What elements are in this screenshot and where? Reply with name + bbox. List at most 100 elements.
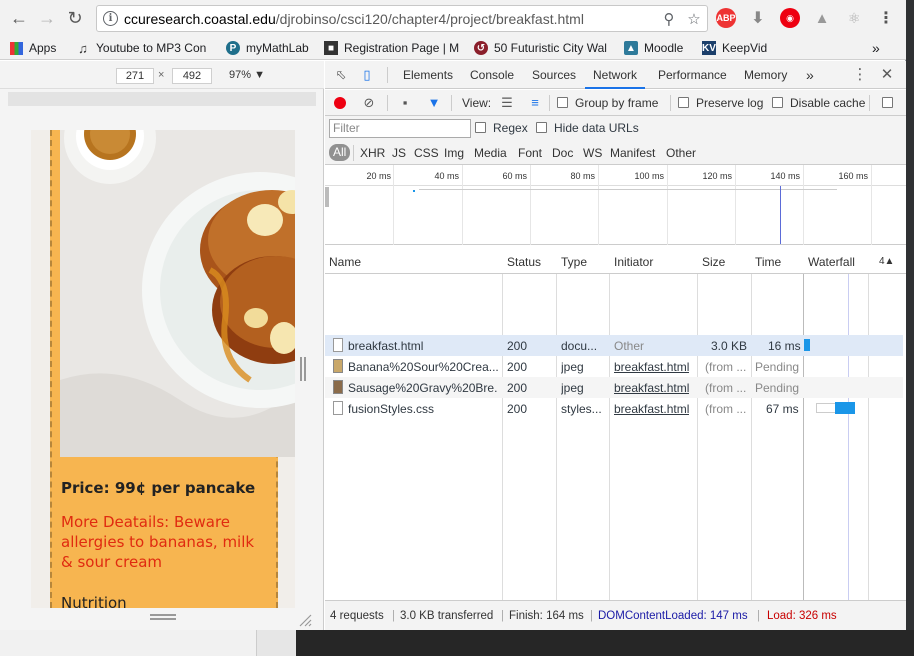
bookmark-futuristic-city[interactable]: ↺ 50 Futuristic City Wal [474, 40, 610, 56]
request-initiator-link[interactable]: breakfast.html [614, 402, 689, 416]
type-js[interactable]: JS [392, 146, 406, 160]
more-bookmarks-button[interactable]: » [872, 40, 880, 56]
bookmark-star-icon[interactable]: ☆ [685, 10, 703, 28]
devtools-panel: ⬁ ▯ Elements Console Sources Network Per… [325, 61, 906, 630]
device-width-input[interactable]: 271 [116, 68, 154, 84]
type-font[interactable]: Font [518, 146, 542, 160]
zoom-select[interactable]: 97% ▼ [229, 69, 265, 81]
download-extension-icon[interactable]: ⬇ [748, 8, 768, 28]
large-rows-icon[interactable]: ☰ [499, 95, 515, 111]
column-divider [609, 247, 610, 600]
more-tabs-button[interactable]: » [806, 61, 814, 89]
table-row[interactable]: Sausage%20Gravy%20Bre... 200 jpeg breakf… [325, 377, 903, 398]
group-by-frame-checkbox[interactable] [557, 97, 568, 108]
request-initiator-link[interactable]: breakfast.html [614, 381, 689, 395]
waterfall-dcl-line [848, 274, 849, 600]
url-text[interactable]: ccuresearch.coastal.edu/djrobinso/csci12… [124, 11, 584, 27]
screenshot-camera-icon[interactable]: ▪ [397, 95, 413, 111]
device-height-input[interactable]: 492 [172, 68, 212, 84]
column-header-size[interactable]: Size [702, 255, 725, 269]
column-header-initiator[interactable]: Initiator [614, 255, 653, 269]
menu-icon[interactable]: ⋮ [876, 8, 896, 28]
type-other[interactable]: Other [666, 146, 696, 160]
timeline-label: 140 ms [770, 171, 800, 181]
tab-console[interactable]: Console [470, 61, 514, 89]
reload-icon[interactable]: ↻ [64, 7, 86, 29]
type-img[interactable]: Img [444, 146, 464, 160]
device-toolbar: 271 × 492 97% ▼ [0, 61, 324, 89]
preserve-log-checkbox[interactable] [678, 97, 689, 108]
adblock-icon[interactable]: ABP [716, 8, 736, 28]
url-path: /djrobinso/csci120/chapter4/project/brea… [275, 11, 584, 27]
tab-sources[interactable]: Sources [532, 61, 576, 89]
regex-label: Regex [493, 121, 528, 135]
request-time: 67 ms [766, 402, 799, 416]
back-icon[interactable]: ← [8, 7, 30, 29]
column-header-waterfall[interactable]: Waterfall [808, 255, 855, 269]
close-icon[interactable]: ✕ [879, 67, 895, 83]
hide-data-urls-checkbox[interactable] [536, 122, 547, 133]
bookmark-mymathlab[interactable]: P myMathLab [226, 40, 309, 56]
clear-icon[interactable]: ⊘ [361, 95, 377, 111]
disable-cache-checkbox[interactable] [772, 97, 783, 108]
resize-corner-icon[interactable] [298, 613, 312, 627]
device-toggle-icon[interactable]: ▯ [359, 67, 375, 83]
devtools-menu-icon[interactable]: ⋮ [852, 67, 868, 83]
bookmark-apps[interactable]: Apps [10, 40, 56, 56]
bookmark-keepvid[interactable]: KV KeepVid [702, 40, 767, 56]
request-initiator-link[interactable]: breakfast.html [614, 360, 689, 374]
react-extension-icon[interactable]: ⚛ [844, 8, 864, 28]
summary-separator: | [590, 610, 593, 622]
network-overview[interactable]: 20 ms 40 ms 60 ms 80 ms 100 ms 120 ms 14… [325, 165, 906, 245]
type-css[interactable]: CSS [414, 146, 439, 160]
resize-handle-bottom[interactable] [150, 614, 176, 620]
column-divider [502, 247, 503, 600]
tab-network[interactable]: Network [585, 61, 646, 89]
bookmark-registration[interactable]: ■ Registration Page | M [324, 40, 462, 56]
preserve-log-label: Preserve log [696, 96, 764, 110]
tab-performance[interactable]: Performance [658, 61, 727, 89]
price-text: Price: 99¢ per pancake [61, 479, 256, 497]
filter-input[interactable]: Filter [329, 119, 471, 138]
info-icon[interactable]: i [103, 11, 118, 26]
summary-finish: Finish: 164 ms [509, 610, 584, 622]
drive-extension-icon[interactable]: ▲ [812, 8, 832, 28]
regex-checkbox[interactable] [475, 122, 486, 133]
type-doc[interactable]: Doc [552, 146, 573, 160]
record-icon[interactable] [334, 97, 346, 109]
column-header-type[interactable]: Type [561, 255, 587, 269]
waterfall-view-icon[interactable]: ≡ [527, 95, 543, 111]
column-header-name[interactable]: Name [329, 255, 361, 269]
address-bar[interactable]: i ccuresearch.coastal.edu/djrobinso/csci… [96, 5, 708, 32]
grid-line [803, 165, 804, 245]
tab-memory[interactable]: Memory [744, 61, 787, 89]
bookmark-moodle[interactable]: ▲ Moodle [624, 40, 683, 56]
network-summary: 4 requests | 3.0 KB transferred | Finish… [325, 600, 906, 630]
column-header-time[interactable]: Time [755, 255, 781, 269]
type-ws[interactable]: WS [583, 146, 602, 160]
pearson-icon: P [226, 41, 240, 55]
column-header-status[interactable]: Status [507, 255, 541, 269]
offline-checkbox[interactable] [882, 97, 893, 108]
table-row[interactable]: fusionStyles.css 200 styles... breakfast… [325, 398, 903, 419]
bookmark-youtube-mp3[interactable]: ♫ Youtube to MP3 Con [76, 40, 212, 56]
type-manifest[interactable]: Manifest [610, 146, 655, 160]
type-all[interactable]: All [329, 144, 351, 161]
background-window-edge [256, 630, 296, 656]
browser-toolbar: ← → ↻ i ccuresearch.coastal.edu/djrobins… [0, 0, 906, 36]
type-media[interactable]: Media [474, 146, 507, 160]
overview-handle-left[interactable] [325, 187, 329, 207]
resize-handle-right[interactable] [300, 357, 306, 381]
tab-elements[interactable]: Elements [403, 61, 453, 89]
sort-indicator[interactable]: 4▲ [879, 256, 894, 267]
zoom-icon[interactable]: ⚲ [660, 10, 678, 28]
hide-data-urls-label: Hide data URLs [554, 121, 639, 135]
type-xhr[interactable]: XHR [360, 146, 385, 160]
table-row[interactable]: Banana%20Sour%20Crea... 200 jpeg breakfa… [325, 356, 903, 377]
table-row[interactable]: breakfast.html 200 docu... Other 3.0 KB … [325, 335, 903, 356]
media-query-bar[interactable] [8, 92, 316, 106]
forward-icon[interactable]: → [36, 7, 58, 29]
inspect-element-icon[interactable]: ⬁ [333, 67, 349, 83]
filter-icon[interactable]: ▼ [426, 95, 442, 111]
radio-extension-icon[interactable]: ◉ [780, 8, 800, 28]
